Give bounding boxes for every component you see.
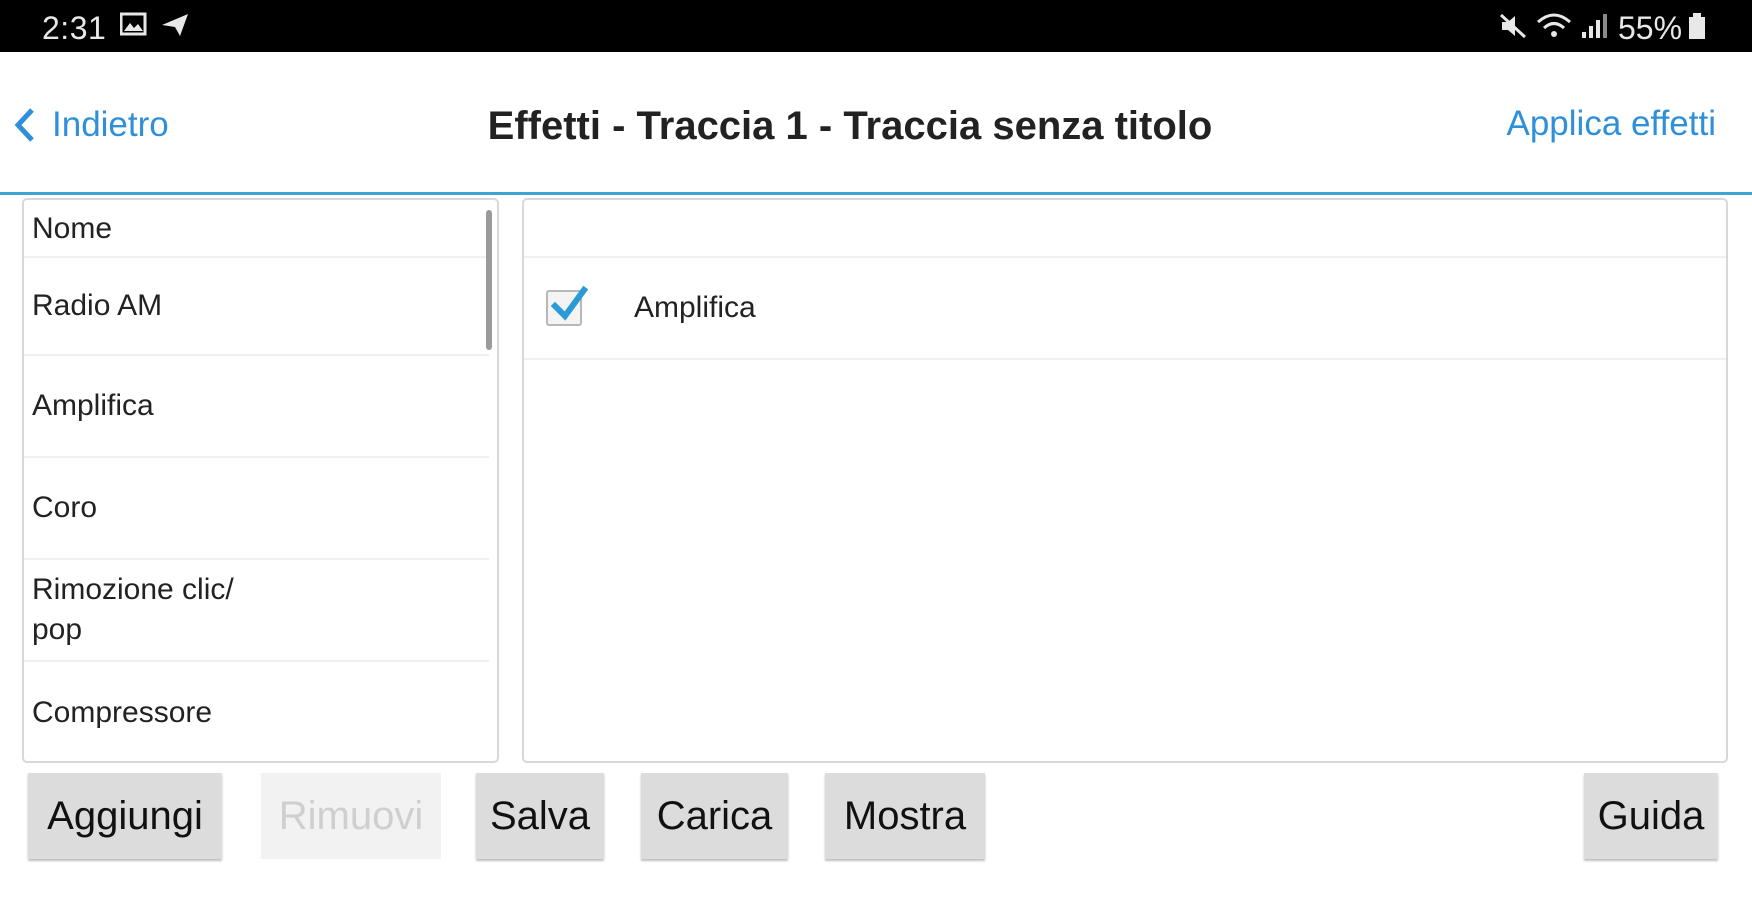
effect-enabled-checkbox[interactable] — [546, 285, 588, 326]
list-item-label: Coro — [32, 491, 98, 524]
list-scrollbar[interactable] — [486, 210, 492, 350]
apply-effects-button[interactable]: Applica effetti — [1507, 104, 1717, 144]
applied-effect-row[interactable]: Amplifica — [524, 258, 1726, 360]
add-button[interactable]: Aggiungi — [28, 773, 222, 859]
load-button[interactable]: Carica — [641, 773, 788, 859]
help-button[interactable]: Guida — [1584, 773, 1718, 859]
signal-icon — [1580, 12, 1610, 40]
battery-percent: 55% — [1618, 10, 1683, 46]
list-item-label: Rimozione clic/ pop — [32, 573, 234, 646]
list-item-amplifica[interactable]: Amplifica — [24, 356, 489, 458]
list-item-label: Compressore — [32, 696, 213, 729]
remove-button[interactable]: Rimuovi — [261, 773, 441, 859]
status-time: 2:31 — [42, 10, 107, 46]
applied-effects-header — [524, 200, 1726, 258]
applied-effects-panel: Amplifica — [522, 198, 1728, 763]
list-item-rimozione-clic-pop[interactable]: Rimozione clic/ pop — [24, 560, 489, 662]
wifi-icon — [1536, 12, 1572, 40]
navigation-header: Indietro Effetti - Traccia 1 - Traccia s… — [0, 52, 1752, 195]
show-button[interactable]: Mostra — [825, 773, 985, 859]
list-item-label: Radio AM — [32, 289, 163, 322]
checkmark-icon — [550, 285, 588, 321]
list-item-radio-am[interactable]: Radio AM — [24, 258, 489, 356]
effects-list-panel: Nome Radio AM Amplifica Coro Rimozione c… — [22, 198, 499, 763]
image-icon — [119, 12, 150, 40]
list-item-compressore[interactable]: Compressore — [24, 662, 489, 761]
send-icon — [160, 12, 190, 40]
list-item-coro[interactable]: Coro — [24, 458, 489, 560]
mute-icon — [1498, 12, 1528, 40]
battery-icon — [1688, 12, 1708, 40]
page-title: Effetti - Traccia 1 - Traccia senza tito… — [487, 104, 1213, 148]
save-button[interactable]: Salva — [476, 773, 604, 859]
applied-effect-label: Amplifica — [634, 291, 756, 324]
list-item-label: Amplifica — [32, 389, 154, 422]
list-column-header: Nome — [24, 200, 489, 258]
status-bar: 2:31 55% — [0, 0, 1752, 52]
